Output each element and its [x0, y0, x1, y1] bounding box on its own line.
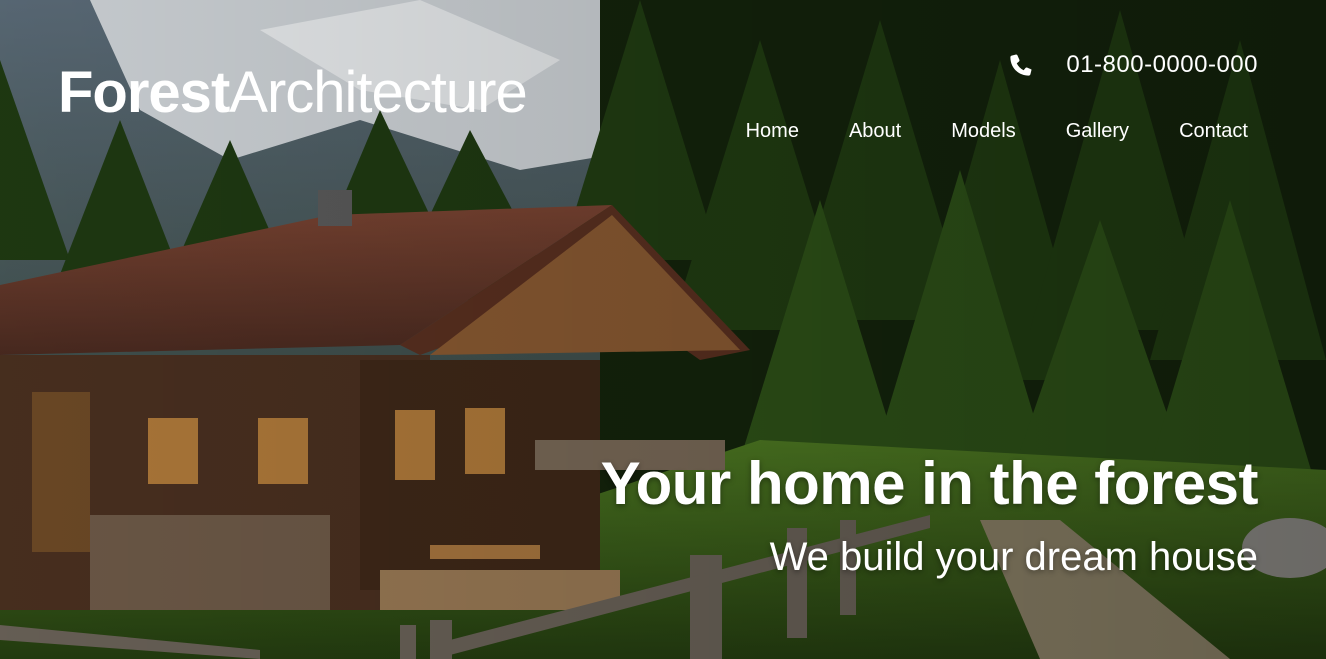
phone-contact[interactable]: 01-800-0000-000 — [1006, 50, 1258, 80]
nav-gallery[interactable]: Gallery — [1066, 120, 1129, 143]
site-logo[interactable]: ForestArchitecture — [58, 58, 528, 128]
hero-section: ForestArchitecture 01-800-0000-000 Home … — [0, 0, 1326, 659]
nav-models[interactable]: Models — [951, 120, 1015, 143]
nav-contact[interactable]: Contact — [1179, 120, 1248, 143]
hero-subheadline: We build your dream house — [769, 535, 1258, 579]
hero-headline: Your home in the forest — [600, 450, 1259, 517]
main-nav: Home About Models Gallery Contact — [696, 120, 1248, 143]
phone-number: 01-800-0000-000 — [1066, 51, 1258, 78]
nav-home[interactable]: Home — [746, 120, 799, 143]
logo-bold-text: Forest — [58, 60, 230, 125]
nav-about[interactable]: About — [849, 120, 901, 143]
phone-icon — [1010, 54, 1032, 76]
logo-light-text: Architecture — [229, 60, 527, 125]
